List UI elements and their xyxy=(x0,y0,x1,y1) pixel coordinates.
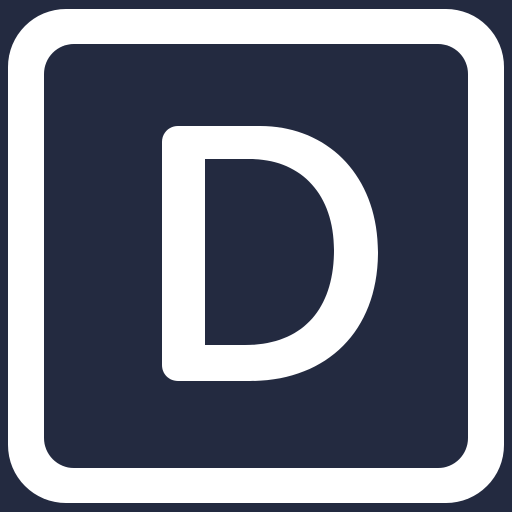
letter-d-app-icon xyxy=(0,0,512,512)
app-icon-canvas: D xyxy=(0,0,512,512)
icon-inner-square xyxy=(44,44,468,468)
